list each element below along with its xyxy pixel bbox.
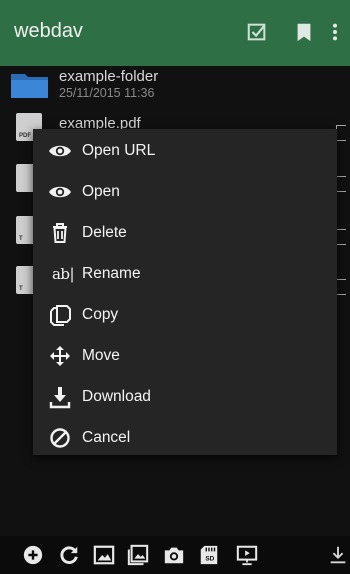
menu-label: Open (82, 182, 120, 200)
file-name: example-folder (59, 68, 159, 85)
checkbox-icon[interactable] (336, 229, 346, 245)
trash-icon (53, 222, 67, 243)
download-icon[interactable] (329, 544, 347, 566)
screen-icon[interactable] (236, 544, 258, 566)
menu-item-open-url[interactable]: Open URL (33, 130, 337, 171)
cancel-icon (50, 427, 70, 448)
menu-item-cancel[interactable]: Cancel (33, 417, 337, 458)
sd-card-icon[interactable]: SD (198, 544, 220, 566)
select-all-icon[interactable] (246, 21, 268, 43)
camera-icon[interactable] (163, 544, 185, 566)
list-item[interactable]: example-folder 25/11/2015 11:36 (0, 66, 350, 106)
menu-item-copy[interactable]: Copy (33, 294, 337, 335)
sd-label: SD (205, 556, 214, 563)
context-menu: Open URL Open Delete ab| Rename Copy Mov… (33, 129, 337, 455)
eye-icon (49, 186, 71, 197)
rename-icon: ab| (48, 262, 78, 286)
menu-item-rename[interactable]: ab| Rename (33, 253, 337, 294)
menu-item-delete[interactable]: Delete (33, 212, 337, 253)
menu-label: Copy (82, 305, 119, 323)
app-bar: webdav (0, 0, 350, 66)
checkbox-icon[interactable] (336, 279, 346, 295)
refresh-icon[interactable] (58, 544, 80, 566)
bottom-toolbar: SD (0, 536, 350, 574)
menu-label: Move (82, 346, 120, 364)
checkbox-icon[interactable] (336, 176, 346, 192)
gallery-icon[interactable] (127, 544, 149, 566)
file-date: 25/11/2015 11:36 (59, 86, 155, 100)
menu-item-download[interactable]: Download (33, 376, 337, 417)
image-icon[interactable] (93, 544, 115, 566)
app-title: webdav (14, 20, 83, 42)
eye-icon (49, 145, 71, 156)
checkbox-icon[interactable] (336, 125, 346, 141)
menu-label: Open URL (82, 141, 156, 159)
copy-icon (50, 304, 71, 326)
folder-icon (11, 74, 48, 98)
add-icon[interactable] (22, 544, 44, 566)
download-icon (49, 386, 71, 408)
overflow-menu-icon[interactable] (330, 21, 340, 43)
menu-label: Delete (82, 223, 127, 241)
move-icon (50, 345, 70, 366)
bookmark-icon[interactable] (293, 21, 315, 43)
rename-icon-text: ab| (51, 264, 75, 283)
menu-label: Rename (82, 264, 141, 282)
menu-item-open[interactable]: Open (33, 171, 337, 212)
menu-label: Cancel (82, 428, 131, 446)
menu-label: Download (82, 387, 151, 405)
menu-item-move[interactable]: Move (33, 335, 337, 376)
